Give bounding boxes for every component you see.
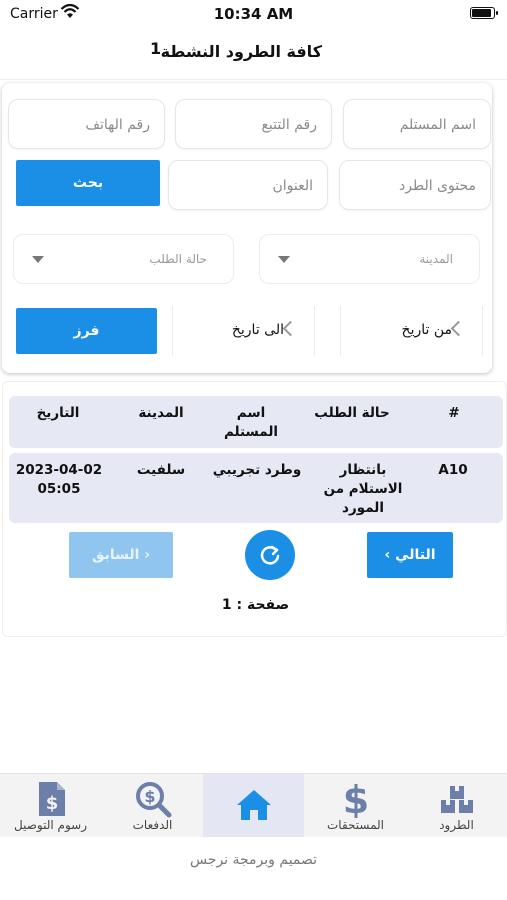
tab-delivery-fees[interactable]: $ رسوم التوصيل <box>0 774 101 838</box>
chevron-down-icon <box>278 256 290 263</box>
phone-number-placeholder: رقم الهاتف <box>85 117 150 133</box>
parcels-icon <box>440 786 473 813</box>
column-header-recipient: اسم المستلم <box>223 405 279 440</box>
tracking-number-field[interactable]: رقم التتبع <box>175 99 332 149</box>
table-header: # حالة الطلب اسم المستلم المدينة التاريخ <box>9 396 503 448</box>
table-row[interactable]: A10 بانتظار الاستلام من المورد وطرد تجري… <box>9 453 503 523</box>
chevron-left-icon <box>450 320 467 337</box>
tab-parcels[interactable]: الطرود <box>406 774 507 838</box>
delivery-fees-document-icon: $ <box>38 782 65 816</box>
search-panel: اسم المستلم رقم التتبع رقم الهاتف محتوى … <box>2 83 492 373</box>
city-select-label: المدينة <box>419 252 453 266</box>
page-header: كافة الطرود النشطة 1 <box>0 28 507 80</box>
row-date: 2023-04-02 05:05 <box>15 462 103 497</box>
column-header-id: # <box>448 405 460 421</box>
refresh-icon <box>260 545 280 565</box>
chevron-left-icon: ‹ <box>384 547 396 563</box>
sort-button[interactable]: فرز <box>16 308 157 354</box>
footer-credit: تصميم وبرمجة نرجس <box>189 852 318 868</box>
battery-icon <box>470 7 498 19</box>
tab-payments[interactable]: $ الدفعات <box>102 774 203 838</box>
chevron-down-icon <box>32 256 44 263</box>
page-indicator: صفحة : 1 <box>221 597 290 613</box>
tab-parcels-label: الطرود <box>439 818 474 832</box>
chevron-left-icon <box>282 320 299 337</box>
previous-page-button[interactable]: السابق › <box>69 532 173 578</box>
from-date-field[interactable]: من تاريخ <box>340 306 483 356</box>
order-status-select[interactable]: حالة الطلب <box>13 234 234 284</box>
row-city: سلفيت <box>136 462 186 478</box>
row-recipient: وطرد تجريبي <box>212 462 302 478</box>
column-header-city: المدينة <box>138 405 184 421</box>
search-button[interactable]: بحث <box>16 160 160 206</box>
dollar-icon: $ <box>342 780 368 818</box>
to-date-label: الى تاريخ <box>231 322 284 338</box>
svg-text:$: $ <box>45 793 58 814</box>
to-date-field[interactable]: الى تاريخ <box>172 306 315 356</box>
tracking-number-placeholder: رقم التتبع <box>261 117 317 133</box>
column-header-date: التاريخ <box>36 405 80 421</box>
svg-text:$: $ <box>342 780 368 818</box>
page-title: كافة الطرود النشطة <box>160 42 322 61</box>
tab-delivery-fees-label: رسوم التوصيل <box>13 818 87 832</box>
svg-text:$: $ <box>144 787 155 806</box>
next-page-label: التالي <box>395 547 436 563</box>
row-id: A10 <box>438 462 468 478</box>
tab-payments-label: الدفعات <box>132 818 173 832</box>
recipient-name-placeholder: اسم المستلم <box>399 117 476 133</box>
phone-number-field[interactable]: رقم الهاتف <box>8 99 165 149</box>
city-select[interactable]: المدينة <box>259 234 480 284</box>
chevron-right-icon: › <box>139 547 151 563</box>
home-icon <box>236 790 271 820</box>
column-header-status: حالة الطلب <box>314 405 390 421</box>
from-date-label: من تاريخ <box>401 322 452 338</box>
tab-home[interactable] <box>203 774 304 838</box>
active-parcels-count: 1 <box>150 39 162 58</box>
next-page-button[interactable]: ‹ التالي <box>367 532 453 578</box>
parcel-content-placeholder: محتوى الطرد <box>399 178 476 194</box>
clock: 10:34 AM <box>213 5 294 23</box>
results-panel: # حالة الطلب اسم المستلم المدينة التاريخ… <box>2 381 507 637</box>
footer: تصميم وبرمجة نرجس <box>0 837 507 900</box>
address-field[interactable]: العنوان <box>168 160 328 210</box>
status-bar: Carrier 10:34 AM <box>0 0 507 28</box>
refresh-button[interactable] <box>245 530 295 580</box>
parcel-content-field[interactable]: محتوى الطرد <box>339 160 491 210</box>
tab-dues[interactable]: $ المستحقات <box>305 774 406 838</box>
order-status-select-label: حالة الطلب <box>149 252 207 266</box>
bottom-tab-bar: الطرود $ المستحقات $ الدفعات $ رسوم التو… <box>0 773 507 838</box>
payments-search-icon: $ <box>135 782 171 818</box>
address-placeholder: العنوان <box>272 178 313 194</box>
previous-page-label: السابق <box>91 547 140 563</box>
row-status: بانتظار الاستلام من المورد <box>323 462 403 516</box>
recipient-name-field[interactable]: اسم المستلم <box>343 99 491 149</box>
tab-dues-label: المستحقات <box>326 818 385 832</box>
